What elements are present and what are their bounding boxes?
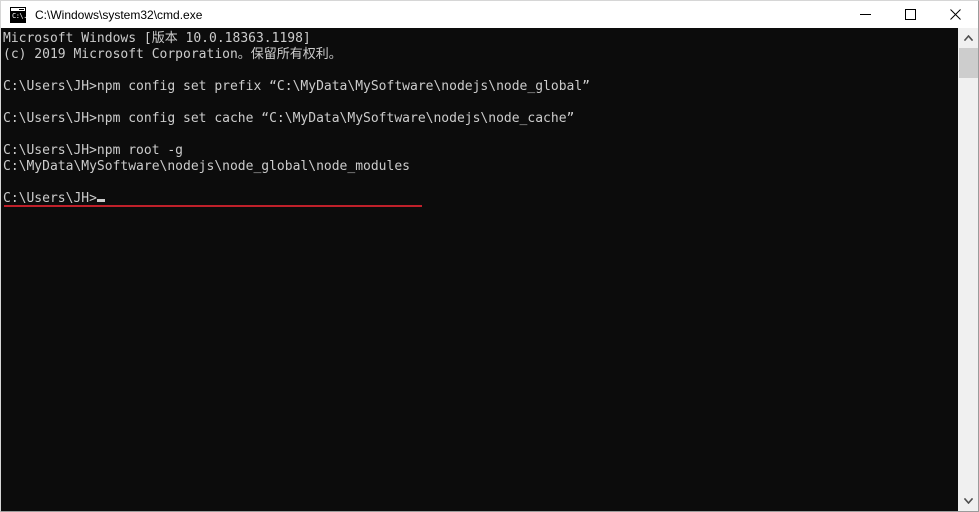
chevron-up-icon <box>964 35 973 41</box>
console-line: C:\Users\JH>npm root -g <box>3 143 184 158</box>
close-button[interactable] <box>933 1 978 28</box>
console-output: Microsoft Windows [版本 10.0.18363.1198] (… <box>3 31 958 207</box>
scroll-up-button[interactable] <box>959 28 978 48</box>
window-title: C:\Windows\system32\cmd.exe <box>35 7 203 22</box>
cmd-window: C:\. C:\Windows\system32\cmd.exe Microso… <box>0 0 979 512</box>
cmd-icon-buttons <box>19 8 24 10</box>
maximize-button[interactable] <box>888 1 933 28</box>
console-screen[interactable]: Microsoft Windows [版本 10.0.18363.1198] (… <box>1 28 958 511</box>
chevron-down-icon <box>964 498 973 504</box>
scroll-down-button[interactable] <box>959 491 978 511</box>
close-icon <box>950 9 961 20</box>
text-cursor <box>96 199 105 202</box>
prompt-text: C:\Users\JH> <box>3 191 97 206</box>
minimize-button[interactable] <box>843 1 888 28</box>
window-controls <box>843 1 978 28</box>
cmd-console-icon: C:\. <box>10 6 27 23</box>
vertical-scrollbar[interactable] <box>958 28 978 511</box>
red-underline-annotation <box>4 205 422 207</box>
cmd-icon-prompt-text: C:\. <box>12 11 27 20</box>
title-bar-left: C:\. C:\Windows\system32\cmd.exe <box>1 6 843 23</box>
console-line: C:\Users\JH>npm config set cache “C:\MyD… <box>3 111 575 126</box>
maximize-icon <box>905 9 916 20</box>
scrollbar-track[interactable] <box>959 48 978 491</box>
console-line: Microsoft Windows [版本 10.0.18363.1198] <box>3 31 311 46</box>
console-line: C:\Users\JH>npm config set prefix “C:\My… <box>3 79 590 94</box>
minimize-icon <box>860 14 871 15</box>
console-line: (c) 2019 Microsoft Corporation。保留所有权利。 <box>3 47 342 62</box>
console-area: Microsoft Windows [版本 10.0.18363.1198] (… <box>1 28 978 511</box>
scrollbar-thumb[interactable] <box>959 48 978 78</box>
console-line-highlighted: C:\MyData\MySoftware\nodejs\node_global\… <box>3 159 410 174</box>
title-bar[interactable]: C:\. C:\Windows\system32\cmd.exe <box>1 1 978 28</box>
